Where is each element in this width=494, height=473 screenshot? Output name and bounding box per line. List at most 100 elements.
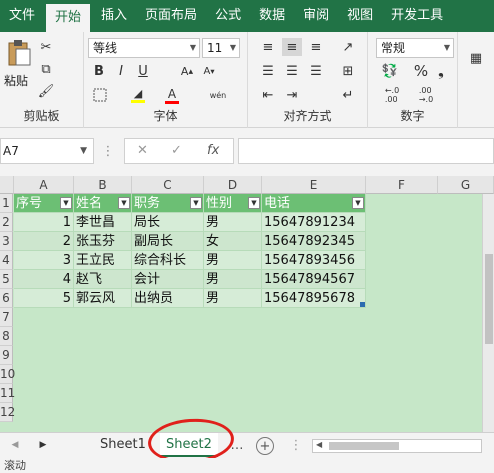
table-cell[interactable]: 王立民 xyxy=(74,251,132,270)
decrease-decimal-icon[interactable]: .00 →.0 xyxy=(412,86,440,104)
table-cell[interactable]: 2 xyxy=(14,232,74,251)
increase-decimal-icon[interactable]: ←.0.00 xyxy=(378,86,406,104)
table-cell[interactable]: 5 xyxy=(14,289,74,308)
font-size-select[interactable]: 11 ▼ xyxy=(202,38,240,58)
tab-data[interactable]: 数据 xyxy=(250,0,294,32)
vertical-scrollbar[interactable] xyxy=(482,194,494,432)
table-header-cell[interactable]: 电话 ▼ xyxy=(262,194,366,213)
table-header-cell[interactable]: 性别 ▼ xyxy=(204,194,262,213)
row-header[interactable]: 10 xyxy=(0,365,15,384)
italic-button[interactable]: I xyxy=(112,62,130,80)
scroll-left-icon[interactable]: ◀ xyxy=(8,437,22,453)
table-header-cell[interactable]: 职务 ▼ xyxy=(132,194,204,213)
paste-label[interactable]: 粘贴 xyxy=(4,72,28,89)
row-header[interactable]: 1 xyxy=(0,194,13,213)
tab-developer[interactable]: 开发工具 xyxy=(382,0,452,32)
column-header-d[interactable]: D xyxy=(204,176,262,194)
table-header-cell[interactable]: 序号 ▼ xyxy=(14,194,74,213)
filter-dropdown-icon[interactable]: ▼ xyxy=(118,197,130,209)
paste-icon[interactable] xyxy=(4,38,34,68)
align-right-icon[interactable]: ☰ xyxy=(306,62,326,80)
format-painter-icon[interactable]: 🖌 xyxy=(36,82,56,100)
table-cell[interactable]: 女 xyxy=(204,232,262,251)
tab-insert[interactable]: 插入 xyxy=(92,0,136,32)
table-cell[interactable]: 15647891234 xyxy=(262,213,366,232)
more-sheets-icon[interactable]: … xyxy=(230,437,244,453)
select-all-corner[interactable] xyxy=(0,176,14,194)
row-header[interactable]: 6 xyxy=(0,289,13,308)
table-cell[interactable]: 男 xyxy=(204,251,262,270)
wrap-text-icon[interactable]: ↵ xyxy=(336,86,360,104)
worksheet-grid[interactable]: A B C D E F G 1 2 3 4 5 6 7 8 9 10 11 12… xyxy=(0,176,494,432)
font-color-icon[interactable]: A xyxy=(162,86,182,104)
row-header[interactable]: 2 xyxy=(0,213,13,232)
row-header[interactable]: 8 xyxy=(0,327,13,346)
table-cell[interactable]: 4 xyxy=(14,270,74,289)
decrease-indent-icon[interactable]: ⇤ xyxy=(258,86,278,104)
table-cell[interactable]: 郭云风 xyxy=(74,289,132,308)
row-header[interactable]: 12 xyxy=(0,403,15,422)
table-cell[interactable]: 3 xyxy=(14,251,74,270)
table-cell[interactable]: 局长 xyxy=(132,213,204,232)
merge-center-icon[interactable]: ⊞ xyxy=(336,62,360,80)
shrink-font-icon[interactable]: A ▾ xyxy=(200,62,218,80)
align-middle-icon[interactable]: ≡ xyxy=(282,38,302,56)
align-center-icon[interactable]: ☰ xyxy=(282,62,302,80)
table-cell[interactable]: 出纳员 xyxy=(132,289,204,308)
sheet-tab-sheet2[interactable]: Sheet2 xyxy=(160,433,218,457)
column-header-b[interactable]: B xyxy=(74,176,132,194)
fill-color-icon[interactable]: ◢ xyxy=(128,86,148,104)
currency-icon[interactable]: 💱 xyxy=(378,62,402,80)
table-cell[interactable]: 15647894567 xyxy=(262,270,366,289)
tab-view[interactable]: 视图 xyxy=(338,0,382,32)
row-header[interactable]: 5 xyxy=(0,270,13,289)
conditional-format-icon[interactable]: ▦ xyxy=(464,46,488,70)
filter-dropdown-icon[interactable]: ▼ xyxy=(248,197,260,209)
name-box[interactable]: A7 ▼ xyxy=(0,138,94,164)
scroll-left-arrow-icon[interactable]: ◀ xyxy=(316,440,322,449)
table-header-cell[interactable]: 姓名 ▼ xyxy=(74,194,132,213)
column-header-e[interactable]: E xyxy=(262,176,366,194)
column-header-f[interactable]: F xyxy=(366,176,438,194)
tab-home[interactable]: 开始 xyxy=(46,4,91,32)
row-header[interactable]: 7 xyxy=(0,308,13,327)
filter-dropdown-icon[interactable]: ▼ xyxy=(190,197,202,209)
insert-function-icon[interactable]: fx xyxy=(207,143,219,158)
table-cell[interactable]: 李世昌 xyxy=(74,213,132,232)
horizontal-scrollbar[interactable]: ◀ xyxy=(312,439,482,453)
formula-input[interactable] xyxy=(238,138,494,164)
border-icon[interactable] xyxy=(90,86,110,104)
scroll-right-icon[interactable]: ▶ xyxy=(36,437,50,453)
comma-style-icon[interactable]: ❟ xyxy=(432,62,450,80)
table-cell[interactable]: 副局长 xyxy=(132,232,204,251)
increase-indent-icon[interactable]: ⇥ xyxy=(282,86,302,104)
align-left-icon[interactable]: ☰ xyxy=(258,62,278,80)
enter-icon[interactable]: ✓ xyxy=(171,143,182,158)
orientation-icon[interactable]: ↗ xyxy=(336,38,360,56)
row-header[interactable]: 11 xyxy=(0,384,15,403)
table-cell[interactable]: 赵飞 xyxy=(74,270,132,289)
table-cell[interactable]: 15647895678 xyxy=(262,289,366,308)
phonetic-icon[interactable]: wén xyxy=(206,84,230,106)
cancel-icon[interactable]: ✕ xyxy=(137,143,148,158)
table-cell[interactable]: 15647892345 xyxy=(262,232,366,251)
font-name-select[interactable]: 等线 ▼ xyxy=(88,38,200,58)
add-sheet-icon[interactable]: + xyxy=(256,437,274,455)
percent-button[interactable]: % xyxy=(412,62,430,80)
tab-formulas[interactable]: 公式 xyxy=(206,0,250,32)
row-header[interactable]: 9 xyxy=(0,346,13,365)
cut-icon[interactable]: ✂ xyxy=(36,38,56,56)
table-resize-handle[interactable] xyxy=(360,302,365,307)
tab-file[interactable]: 文件 xyxy=(0,0,44,32)
table-cell[interactable]: 男 xyxy=(204,270,262,289)
table-cell[interactable]: 会计 xyxy=(132,270,204,289)
table-cell[interactable]: 男 xyxy=(204,213,262,232)
sheet-tab-sheet1[interactable]: Sheet1 xyxy=(94,433,152,457)
row-header[interactable]: 3 xyxy=(0,232,13,251)
filter-dropdown-icon[interactable]: ▼ xyxy=(60,197,72,209)
table-cell[interactable]: 张玉芬 xyxy=(74,232,132,251)
filter-dropdown-icon[interactable]: ▼ xyxy=(352,197,364,209)
tab-review[interactable]: 审阅 xyxy=(294,0,338,32)
table-cell[interactable]: 综合科长 xyxy=(132,251,204,270)
align-bottom-icon[interactable]: ≡ xyxy=(306,38,326,56)
